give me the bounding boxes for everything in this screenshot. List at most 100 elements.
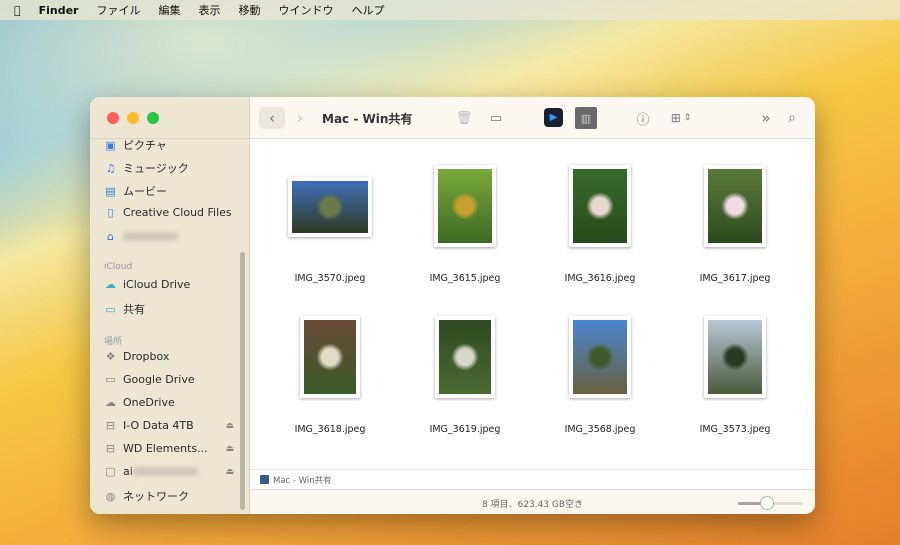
- image-thumbnail: [434, 165, 496, 247]
- sidebar-item-google-drive[interactable]: ▭ Google Drive: [104, 373, 234, 386]
- search-button[interactable]: ⌕: [783, 107, 801, 129]
- section-header-locations: 場所: [104, 337, 123, 347]
- sidebar-item-io-data[interactable]: ⊟ I-O Data 4TB ⏏: [104, 419, 234, 432]
- file-item[interactable]: IMG_3617.jpeg: [680, 157, 790, 297]
- sidebar-item-pictures[interactable]: ▣ ピクチャ: [104, 137, 234, 153]
- double-chevron-icon: »: [761, 109, 771, 127]
- image-thumbnail: [569, 165, 631, 247]
- path-item[interactable]: Mac - Win共有: [273, 474, 332, 486]
- file-name: IMG_3568.jpeg: [564, 424, 636, 435]
- menu-edit[interactable]: 編集: [158, 2, 180, 18]
- drive-icon: [260, 475, 269, 484]
- home-icon: ⌂: [107, 230, 114, 243]
- forward-button[interactable]: ›: [290, 107, 310, 129]
- file-name: IMG_3573.jpeg: [699, 424, 771, 435]
- sidebar-item-home[interactable]: ⌂: [104, 230, 234, 243]
- photo-icon: ▣: [105, 138, 116, 152]
- file-item[interactable]: IMG_3616.jpeg: [545, 157, 655, 297]
- menu-view[interactable]: 表示: [198, 2, 220, 18]
- sidebar-item-shared[interactable]: ▭ 共有: [104, 301, 234, 317]
- image-thumbnail: [300, 316, 360, 398]
- grid-icon: ⊞: [670, 111, 681, 125]
- sidebar-item-network[interactable]: ◍ ネットワーク: [104, 488, 234, 504]
- blurred-username: [123, 232, 178, 241]
- chevron-right-icon: ›: [297, 109, 303, 127]
- music-icon: ♫: [105, 161, 116, 175]
- info-button[interactable]: ⓘ: [634, 107, 652, 129]
- more-button[interactable]: »: [758, 107, 774, 129]
- eject-icon[interactable]: ⏏: [225, 421, 234, 431]
- info-icon: ⓘ: [636, 112, 650, 128]
- image-thumbnail: [288, 177, 372, 237]
- sidebar-item-creative-cloud[interactable]: ▯ Creative Cloud Files: [104, 206, 234, 219]
- icon-size-slider[interactable]: [738, 496, 803, 510]
- eject-icon[interactable]: ⏏: [225, 467, 234, 477]
- folder-icon: ▭: [105, 373, 116, 386]
- drive-icon: ⊟: [105, 419, 116, 432]
- zoom-button[interactable]: [147, 112, 159, 124]
- shared-folder-icon: ▭: [105, 302, 116, 316]
- sidebar-item-dropbox[interactable]: ❖ Dropbox: [104, 350, 234, 363]
- file-name: IMG_3618.jpeg: [294, 424, 366, 435]
- video-app-button[interactable]: ▶: [544, 108, 563, 127]
- menu-file[interactable]: ファイル: [96, 2, 140, 18]
- sidebar-item-icloud-drive[interactable]: ☁ iCloud Drive: [104, 278, 234, 291]
- computer-icon: ▢: [105, 465, 116, 478]
- blurred-computer-name: [132, 467, 198, 476]
- file-item[interactable]: IMG_3570.jpeg: [275, 157, 385, 297]
- cloud-icon: ☁: [105, 396, 116, 409]
- file-grid: IMG_3570.jpeg IMG_3615.jpeg IMG_3616.jpeg I…: [250, 139, 815, 469]
- sidebar-item-wd-elements[interactable]: ⊟ WD Elements... ⏏: [104, 442, 234, 455]
- toolbar: ‹ › Mac - Win共有 🗑 ▭ ▶ ▥ ⓘ ⊞ ⇕ » ⌕: [250, 97, 815, 139]
- sidebar-item-music[interactable]: ♫ ミュージック: [104, 160, 234, 176]
- menu-finder[interactable]: Finder: [39, 4, 79, 17]
- dropbox-icon: ❖: [105, 350, 116, 363]
- file-name: IMG_3617.jpeg: [699, 273, 771, 284]
- image-thumbnail: [704, 316, 766, 398]
- play-icon: ▶: [549, 112, 558, 123]
- sidebar-scrollbar[interactable]: [240, 252, 245, 510]
- finder-window: ▣ ピクチャ ♫ ミュージック ▤ ムービー ▯ Creative Cloud File…: [90, 97, 815, 514]
- menu-window[interactable]: ウインドウ: [278, 2, 333, 18]
- image-thumbnail: [569, 316, 631, 398]
- network-icon: ◍: [105, 489, 116, 503]
- file-item[interactable]: IMG_3573.jpeg: [680, 307, 790, 447]
- film-icon: ▤: [105, 184, 116, 198]
- path-bar: Mac - Win共有: [250, 469, 815, 489]
- minimize-button[interactable]: [127, 112, 139, 124]
- status-bar: 8 項目、623.43 GB空き: [250, 489, 815, 514]
- chevron-updown-icon: ⇕: [683, 113, 692, 123]
- image-thumbnail: [704, 165, 766, 247]
- menu-go[interactable]: 移動: [238, 2, 260, 18]
- file-item[interactable]: IMG_3618.jpeg: [275, 307, 385, 447]
- window-title: Mac - Win共有: [322, 112, 413, 126]
- file-name: IMG_3619.jpeg: [429, 424, 501, 435]
- apple-icon[interactable]: : [14, 4, 21, 17]
- chevron-left-icon: ‹: [269, 109, 275, 127]
- new-folder-button[interactable]: ▭: [485, 107, 507, 129]
- file-item[interactable]: IMG_3615.jpeg: [410, 157, 520, 297]
- document-icon: ▯: [107, 206, 114, 219]
- view-mode-button[interactable]: ⊞ ⇕: [666, 107, 696, 129]
- sidebar-item-movies[interactable]: ▤ ムービー: [104, 183, 234, 199]
- file-item[interactable]: IMG_3568.jpeg: [545, 307, 655, 447]
- search-icon: ⌕: [788, 110, 796, 126]
- sidebar-item-computer[interactable]: ▢ ai ⏏: [104, 465, 234, 478]
- folder-plus-icon: ▭: [489, 110, 503, 126]
- status-text: 8 項目、623.43 GB空き: [481, 500, 584, 510]
- eject-icon[interactable]: ⏏: [225, 444, 234, 454]
- menu-bar:  Finder ファイル 編集 表示 移動 ウインドウ ヘルプ: [0, 0, 900, 20]
- menu-help[interactable]: ヘルプ: [351, 2, 384, 18]
- cloud-icon: ☁: [105, 278, 116, 291]
- sidebar-item-onedrive[interactable]: ☁ OneDrive: [104, 396, 234, 409]
- sidebar: ▣ ピクチャ ♫ ミュージック ▤ ムービー ▯ Creative Cloud File…: [90, 97, 250, 514]
- book-app-button[interactable]: ▥: [575, 107, 597, 129]
- back-button[interactable]: ‹: [259, 107, 285, 129]
- trash-icon: 🗑: [455, 110, 473, 126]
- file-name: IMG_3616.jpeg: [564, 273, 636, 284]
- close-button[interactable]: [107, 112, 119, 124]
- section-header-icloud: iCloud: [104, 262, 133, 272]
- file-name: IMG_3570.jpeg: [294, 273, 366, 284]
- trash-button[interactable]: 🗑: [454, 107, 474, 129]
- file-item[interactable]: IMG_3619.jpeg: [410, 307, 520, 447]
